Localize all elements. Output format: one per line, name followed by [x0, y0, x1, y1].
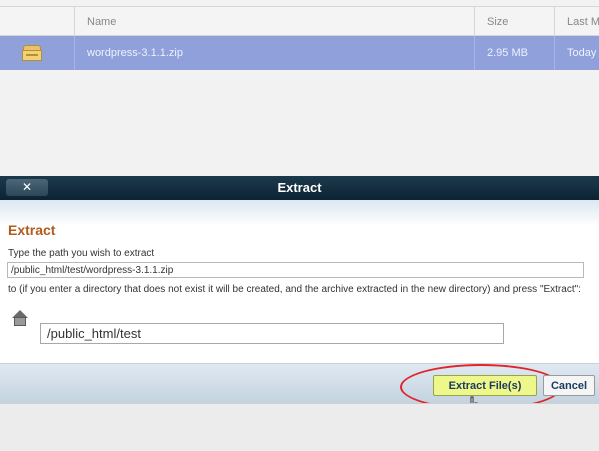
file-size: 2.95 MB — [474, 36, 554, 70]
close-icon: ✕ — [21, 180, 33, 194]
instruction-text: Type the path you wish to extract — [8, 248, 155, 259]
file-name[interactable]: wordpress-3.1.1.zip — [74, 36, 474, 70]
archive-path-input[interactable] — [7, 262, 584, 278]
file-list-header: Name Size Last M — [0, 6, 599, 36]
file-icon-cell — [0, 36, 74, 70]
cancel-button[interactable]: Cancel — [543, 375, 595, 396]
header-name[interactable]: Name — [74, 7, 474, 35]
dialog-heading: Extract — [8, 222, 56, 238]
header-size[interactable]: Size — [474, 7, 554, 35]
file-list-empty-area — [0, 70, 599, 180]
destination-note: to (if you enter a directory that does n… — [8, 284, 581, 295]
home-directory-icon — [10, 310, 30, 328]
header-icon-column — [0, 7, 74, 35]
destination-path-input[interactable] — [40, 323, 504, 344]
dialog-body: Extract Type the path you wish to extrac… — [0, 200, 599, 363]
file-row[interactable]: wordpress-3.1.1.zip 2.95 MB Today — [0, 36, 599, 70]
close-button[interactable]: ✕ — [6, 179, 48, 196]
dialog-title: Extract — [277, 180, 322, 195]
header-last-modified[interactable]: Last M — [554, 7, 599, 35]
dialog-bottom-area — [0, 403, 599, 451]
extract-files-button[interactable]: Extract File(s) — [433, 375, 537, 396]
file-manager: Name Size Last M wordpress-3.1.1.zip 2.9… — [0, 0, 599, 180]
file-last-modified: Today — [554, 36, 599, 70]
dialog-footer: Extract File(s) Cancel — [0, 363, 599, 418]
zip-archive-icon — [22, 45, 42, 61]
extract-dialog: Extract ✕ Extract Type the path you wish… — [0, 176, 599, 451]
dialog-titlebar: Extract ✕ — [0, 176, 599, 200]
